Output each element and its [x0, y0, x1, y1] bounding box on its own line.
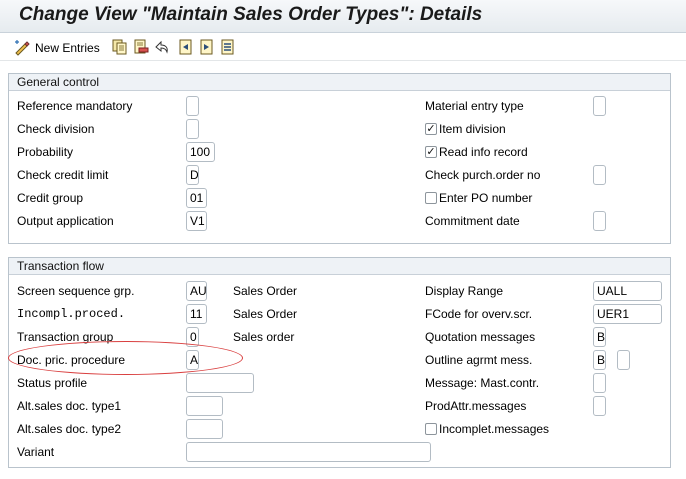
incomplet-messages-checkbox[interactable]	[425, 423, 437, 435]
undo-icon[interactable]	[154, 39, 170, 55]
output-application-field[interactable]: V1	[186, 211, 207, 231]
group-header-transaction: Transaction flow	[9, 258, 670, 275]
incomplet-messages-label: Incomplet.messages	[439, 422, 550, 436]
toolbar: New Entries	[0, 34, 686, 61]
quotation-messages-field[interactable]: B	[593, 327, 606, 347]
item-division-label: Item division	[439, 122, 506, 136]
fcode-overv-field[interactable]: UER1	[593, 304, 662, 324]
variant-field[interactable]	[186, 442, 431, 462]
doc-pric-procedure-field[interactable]: A	[186, 350, 199, 370]
material-entry-type-field[interactable]	[593, 96, 606, 116]
variant-label: Variant	[17, 445, 55, 459]
check-purch-order-field[interactable]	[593, 165, 606, 185]
new-entries-label: New Entries	[35, 40, 100, 55]
commitment-date-label: Commitment date	[425, 214, 520, 228]
item-division-checkbox[interactable]: ✓	[425, 123, 437, 135]
previous-entry-icon[interactable]	[178, 39, 194, 55]
group-header-general: General control	[9, 74, 670, 91]
check-credit-limit-label: Check credit limit	[17, 168, 109, 182]
delete-icon[interactable]	[133, 39, 149, 55]
quotation-messages-label: Quotation messages	[425, 330, 536, 344]
transaction-group-field[interactable]: 0	[186, 327, 199, 347]
commitment-date-field[interactable]	[593, 211, 606, 231]
check-division-label: Check division	[17, 122, 95, 136]
incompl-proced-label: Incompl.proced.	[17, 307, 126, 321]
outline-agrmt-mess-extra-field[interactable]	[617, 350, 630, 370]
credit-group-field[interactable]: 01	[186, 188, 207, 208]
outline-agrmt-mess-field[interactable]: B	[593, 350, 606, 370]
probability-field[interactable]: 100	[186, 142, 215, 162]
next-entry-icon[interactable]	[199, 39, 215, 55]
alt-sales-doc-type1-label: Alt.sales doc. type1	[17, 399, 122, 413]
page-title: Change View "Maintain Sales Order Types"…	[19, 4, 483, 25]
credit-group-label: Credit group	[17, 191, 84, 205]
prodattr-messages-field[interactable]	[593, 396, 606, 416]
alt-sales-doc-type2-field[interactable]	[186, 419, 223, 439]
fcode-overv-label: FCode for overv.scr.	[425, 307, 533, 321]
output-application-label: Output application	[17, 214, 114, 228]
message-mast-contr-field[interactable]	[593, 373, 606, 393]
alt-sales-doc-type2-label: Alt.sales doc. type2	[17, 422, 122, 436]
check-credit-limit-field[interactable]: D	[186, 165, 199, 185]
reference-mandatory-label: Reference mandatory	[17, 99, 133, 113]
reference-mandatory-field[interactable]	[186, 96, 199, 116]
outline-agrmt-mess-label: Outline agrmt mess.	[425, 353, 533, 367]
read-info-record-label: Read info record	[439, 145, 528, 159]
select-all-icon[interactable]	[220, 39, 236, 55]
read-info-record-checkbox[interactable]: ✓	[425, 146, 437, 158]
new-entries-button[interactable]: New Entries	[14, 39, 100, 56]
prodattr-messages-label: ProdAttr.messages	[425, 399, 527, 413]
new-entries-icon	[15, 39, 30, 56]
check-purch-order-label: Check purch.order no	[425, 168, 541, 182]
screen-seq-grp-field[interactable]: AU	[186, 281, 207, 301]
screen-seq-grp-text: Sales Order	[233, 284, 298, 298]
transaction-group-text: Sales order	[233, 330, 295, 344]
screen-seq-grp-label: Screen sequence grp.	[17, 284, 135, 298]
message-mast-contr-label: Message: Mast.contr.	[425, 376, 540, 390]
copy-icon[interactable]	[112, 39, 128, 55]
display-range-field[interactable]: UALL	[593, 281, 662, 301]
title-bar: Change View "Maintain Sales Order Types"…	[0, 0, 686, 33]
probability-label: Probability	[17, 145, 74, 159]
material-entry-type-label: Material entry type	[425, 99, 524, 113]
display-range-label: Display Range	[425, 284, 504, 298]
alt-sales-doc-type1-field[interactable]	[186, 396, 223, 416]
status-profile-field[interactable]	[186, 373, 254, 393]
enter-po-number-label: Enter PO number	[439, 191, 533, 205]
enter-po-number-checkbox[interactable]	[425, 192, 437, 204]
incompl-proced-field[interactable]: 11	[186, 304, 207, 324]
transaction-group-label: Transaction group	[17, 330, 114, 344]
check-division-field[interactable]	[186, 119, 199, 139]
incompl-proced-text: Sales Order	[233, 307, 298, 321]
status-profile-label: Status profile	[17, 376, 88, 390]
doc-pric-procedure-label: Doc. pric. procedure	[17, 353, 126, 367]
